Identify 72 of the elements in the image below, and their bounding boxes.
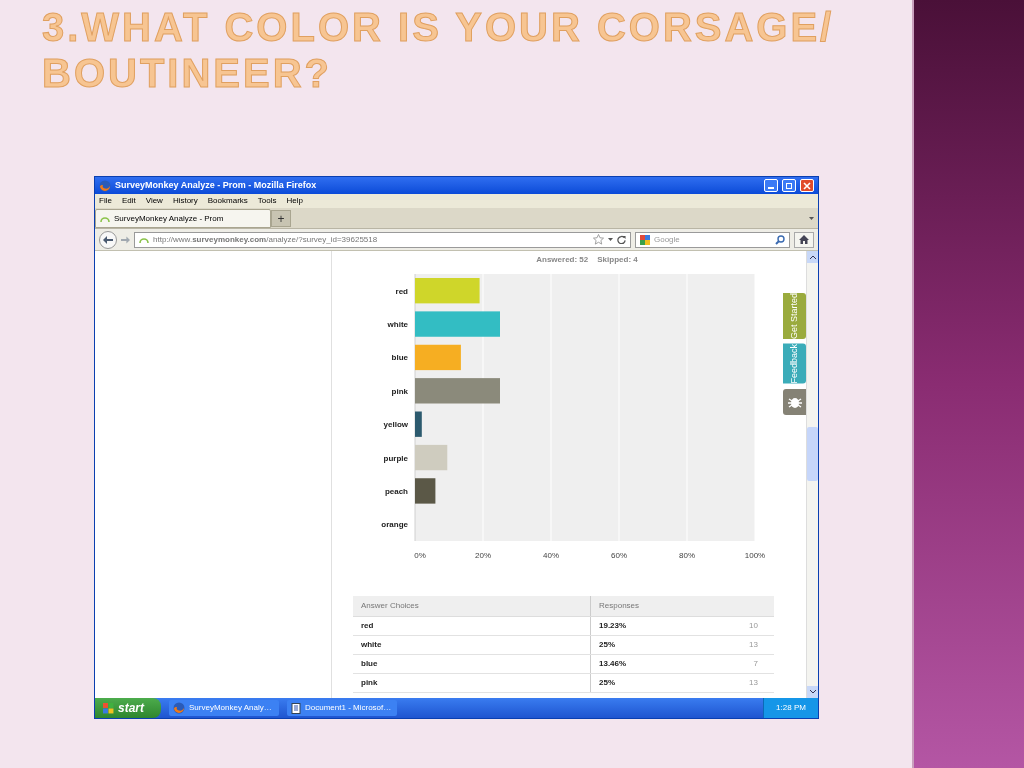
menu-item[interactable]: Bookmarks: [207, 195, 248, 207]
firefox-icon: [173, 702, 185, 714]
search-box[interactable]: Google: [635, 231, 790, 248]
category-label: blue: [391, 353, 408, 363]
new-tab-button[interactable]: +: [271, 210, 291, 227]
start-button[interactable]: start: [95, 698, 161, 718]
home-button[interactable]: [794, 231, 814, 248]
table-cell-text: 10: [748, 620, 759, 632]
home-icon: [799, 235, 809, 244]
slide-title: 3.WHAT COLOR IS YOUR CORSAGE/ BOUTINEER?: [42, 4, 836, 96]
menu-item[interactable]: History: [172, 195, 198, 207]
category-label: peach: [384, 486, 408, 496]
clock: 1:28 PM: [763, 698, 818, 718]
category-label: yellow: [383, 420, 408, 430]
reload-icon[interactable]: [617, 235, 626, 244]
column-header: Responses: [598, 600, 641, 612]
table-cell-text: 7: [752, 658, 759, 670]
category-label: pink: [391, 386, 408, 396]
back-icon: [103, 235, 113, 244]
menu-item[interactable]: File: [99, 195, 112, 207]
tick-label: 20%: [475, 551, 491, 560]
tick-label: 40%: [543, 551, 559, 560]
table-cell: pink: [353, 674, 591, 692]
tick-label: 60%: [611, 551, 627, 560]
dropdown-icon[interactable]: [608, 238, 613, 241]
logo-icon: [100, 215, 110, 222]
category-label: white: [387, 320, 408, 330]
table-cell: white: [353, 636, 591, 654]
scroll-up-icon[interactable]: [809, 255, 816, 259]
category-label: red: [395, 286, 408, 296]
skipped-count: Skipped: 4: [597, 254, 638, 266]
firefox-icon: [99, 179, 111, 192]
table-cell-text: 19.23%: [598, 620, 628, 632]
table-cell-text: 25%: [598, 639, 616, 651]
menu-item[interactable]: Edit: [121, 195, 136, 207]
table-cell-text: 13.46%: [598, 658, 628, 670]
windows-logo-icon: [103, 702, 114, 714]
scroll-down-icon[interactable]: [809, 690, 816, 694]
minimize-button[interactable]: [764, 179, 778, 192]
logo-icon: [139, 236, 149, 243]
bug-report-button[interactable]: [783, 388, 806, 415]
document-icon: [291, 702, 301, 714]
table-cell: blue: [353, 655, 591, 673]
search-field[interactable]: Google: [654, 233, 771, 246]
column-header: Answer Choices: [353, 596, 591, 616]
dropdown-icon[interactable]: [809, 217, 814, 220]
back-button[interactable]: [99, 230, 117, 249]
browser-tab[interactable]: SurveyMonkey Analyze - Prom: [95, 209, 271, 228]
table-cell: red: [353, 617, 591, 635]
menu-item[interactable]: Help: [286, 195, 303, 207]
address-field[interactable]: http://www.surveymonkey.com/analyze/?survey_id=39625518: [134, 231, 631, 248]
window-title: SurveyMonkey Analyze - Prom - Mozilla Firefox: [115, 178, 318, 192]
scrollbar[interactable]: [806, 251, 818, 698]
table-cell-text: 25%: [598, 677, 616, 689]
close-button[interactable]: [800, 179, 814, 192]
taskbar-button[interactable]: Document1 - Microsof…: [287, 700, 397, 716]
tick-label: 100%: [744, 551, 766, 560]
table-cell-text: 13: [748, 639, 759, 651]
scrollbar-thumb[interactable]: [807, 427, 818, 481]
answered-count: Answered: 52: [536, 254, 589, 266]
tick-label: 80%: [679, 551, 695, 560]
restore-button[interactable]: [782, 179, 796, 192]
category-label: purple: [383, 453, 408, 463]
table-cell-text: 13: [748, 677, 759, 689]
category-label: orange: [381, 520, 408, 530]
tick-label: 0%: [414, 551, 426, 560]
menu-item[interactable]: Tools: [257, 195, 277, 207]
menu-item[interactable]: View: [145, 195, 163, 207]
taskbar-button[interactable]: SurveyMonkey Analy…: [169, 700, 279, 716]
star-icon[interactable]: [593, 234, 604, 245]
search-icon[interactable]: [775, 234, 785, 245]
google-icon[interactable]: [640, 234, 650, 245]
